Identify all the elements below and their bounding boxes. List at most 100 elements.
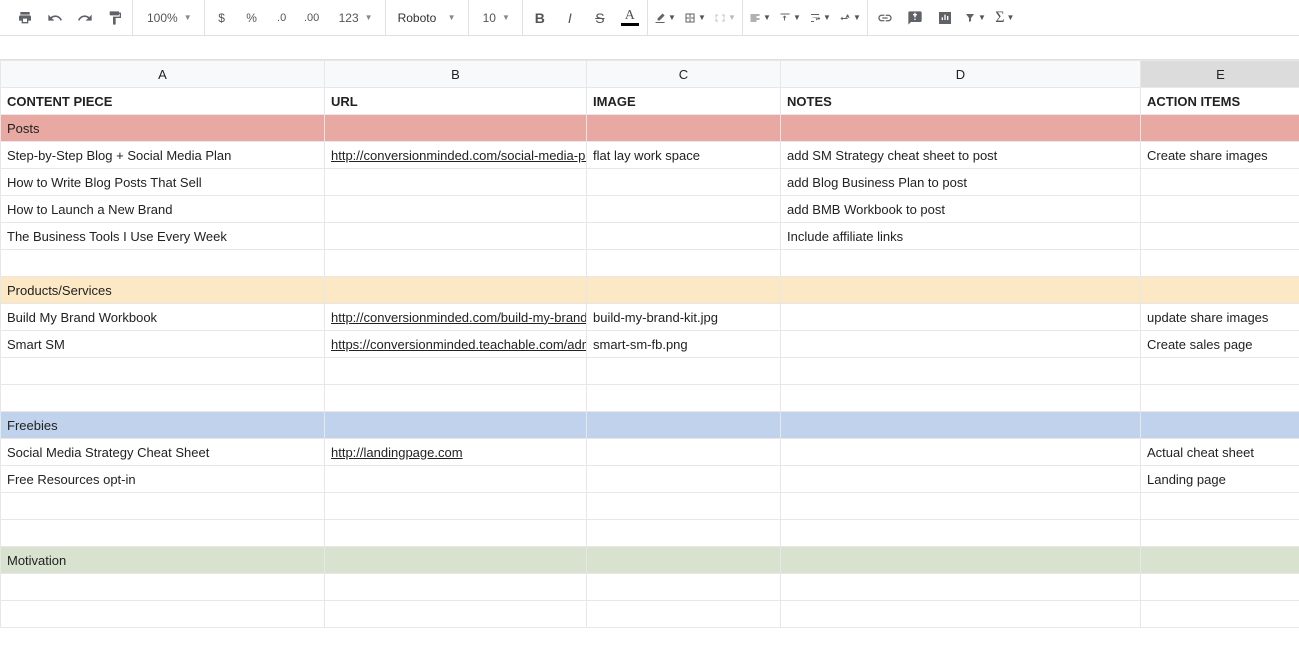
cell[interactable] — [1, 520, 325, 547]
cell[interactable]: Actual cheat sheet — [1141, 439, 1299, 466]
italic-button[interactable]: I — [559, 7, 581, 29]
cell[interactable] — [325, 277, 587, 304]
cell[interactable]: ACTION ITEMS — [1141, 88, 1299, 115]
cell[interactable] — [781, 250, 1141, 277]
cell[interactable] — [325, 493, 587, 520]
cell[interactable] — [781, 493, 1141, 520]
decrease-decimal-button[interactable]: .0 — [271, 7, 293, 29]
cell[interactable] — [1, 601, 325, 628]
cell[interactable] — [587, 385, 781, 412]
cell[interactable] — [1, 358, 325, 385]
cell[interactable] — [587, 223, 781, 250]
cell[interactable]: Posts — [1, 115, 325, 142]
cell[interactable] — [781, 358, 1141, 385]
cell[interactable] — [325, 520, 587, 547]
cell[interactable] — [325, 385, 587, 412]
cell[interactable]: Include affiliate links — [781, 223, 1141, 250]
cell[interactable] — [587, 493, 781, 520]
cell[interactable] — [1, 385, 325, 412]
cell[interactable]: Products/Services — [1, 277, 325, 304]
cell[interactable] — [1141, 196, 1299, 223]
cell[interactable] — [325, 574, 587, 601]
cell[interactable] — [1, 493, 325, 520]
more-formats-dropdown[interactable]: 123 ▼ — [331, 11, 379, 25]
cell[interactable] — [781, 331, 1141, 358]
cell[interactable] — [1141, 169, 1299, 196]
cell[interactable] — [325, 466, 587, 493]
cell[interactable] — [781, 304, 1141, 331]
cell[interactable] — [325, 196, 587, 223]
cell[interactable] — [325, 358, 587, 385]
cell[interactable] — [781, 547, 1141, 574]
cell[interactable] — [1141, 385, 1299, 412]
cell[interactable]: Create share images — [1141, 142, 1299, 169]
increase-decimal-button[interactable]: .00 — [301, 7, 323, 29]
cell[interactable] — [1141, 115, 1299, 142]
cell-link[interactable]: http://landingpage.com — [325, 439, 587, 466]
cell[interactable]: flat lay work space — [587, 142, 781, 169]
col-header-a[interactable]: A — [1, 61, 325, 88]
cell[interactable] — [325, 169, 587, 196]
cell[interactable]: Smart SM — [1, 331, 325, 358]
cell[interactable] — [1141, 358, 1299, 385]
insert-link-icon[interactable] — [874, 7, 896, 29]
cell[interactable] — [781, 466, 1141, 493]
cell[interactable]: add BMB Workbook to post — [781, 196, 1141, 223]
text-wrap-icon[interactable]: ▼ — [809, 7, 831, 29]
cell[interactable] — [587, 601, 781, 628]
cell[interactable] — [781, 412, 1141, 439]
cell[interactable] — [587, 250, 781, 277]
cell[interactable]: How to Write Blog Posts That Sell — [1, 169, 325, 196]
cell[interactable]: Create sales page — [1141, 331, 1299, 358]
cell[interactable]: URL — [325, 88, 587, 115]
cell[interactable]: smart-sm-fb.png — [587, 331, 781, 358]
col-header-c[interactable]: C — [587, 61, 781, 88]
cell[interactable] — [781, 385, 1141, 412]
cell[interactable] — [1141, 520, 1299, 547]
font-dropdown[interactable]: Roboto ▼ — [392, 11, 462, 25]
cell[interactable] — [325, 223, 587, 250]
cell[interactable] — [781, 520, 1141, 547]
cell[interactable]: Motivation — [1, 547, 325, 574]
cell[interactable] — [587, 358, 781, 385]
merge-cells-icon[interactable]: ▼ — [714, 7, 736, 29]
cell[interactable] — [1141, 412, 1299, 439]
cell[interactable] — [1141, 601, 1299, 628]
currency-button[interactable]: $ — [211, 7, 233, 29]
borders-icon[interactable]: ▼ — [684, 7, 706, 29]
cell[interactable] — [325, 250, 587, 277]
strikethrough-button[interactable]: S — [589, 7, 611, 29]
undo-icon[interactable] — [44, 7, 66, 29]
cell[interactable] — [325, 115, 587, 142]
cell[interactable] — [325, 547, 587, 574]
cell[interactable] — [1141, 277, 1299, 304]
cell[interactable] — [1141, 547, 1299, 574]
cell[interactable]: add Blog Business Plan to post — [781, 169, 1141, 196]
cell[interactable] — [587, 196, 781, 223]
cell[interactable]: Landing page — [1141, 466, 1299, 493]
cell[interactable]: Step-by-Step Blog + Social Media Plan — [1, 142, 325, 169]
vertical-align-icon[interactable]: ▼ — [779, 7, 801, 29]
cell[interactable] — [325, 601, 587, 628]
cell[interactable] — [781, 601, 1141, 628]
percent-button[interactable]: % — [241, 7, 263, 29]
cell[interactable] — [1, 250, 325, 277]
cell[interactable] — [1141, 250, 1299, 277]
paint-format-icon[interactable] — [104, 7, 126, 29]
zoom-dropdown[interactable]: 100% ▼ — [139, 11, 198, 25]
cell[interactable]: How to Launch a New Brand — [1, 196, 325, 223]
col-header-d[interactable]: D — [781, 61, 1141, 88]
cell[interactable] — [587, 574, 781, 601]
cell[interactable]: Free Resources opt-in — [1, 466, 325, 493]
cell[interactable] — [781, 277, 1141, 304]
functions-icon[interactable]: Σ▼ — [994, 7, 1016, 29]
bold-button[interactable]: B — [529, 7, 551, 29]
cell[interactable]: NOTES — [781, 88, 1141, 115]
col-header-b[interactable]: B — [325, 61, 587, 88]
cell[interactable] — [587, 169, 781, 196]
print-icon[interactable] — [14, 7, 36, 29]
formula-bar[interactable] — [0, 36, 1299, 60]
cell[interactable] — [587, 520, 781, 547]
cell[interactable]: update share images — [1141, 304, 1299, 331]
redo-icon[interactable] — [74, 7, 96, 29]
